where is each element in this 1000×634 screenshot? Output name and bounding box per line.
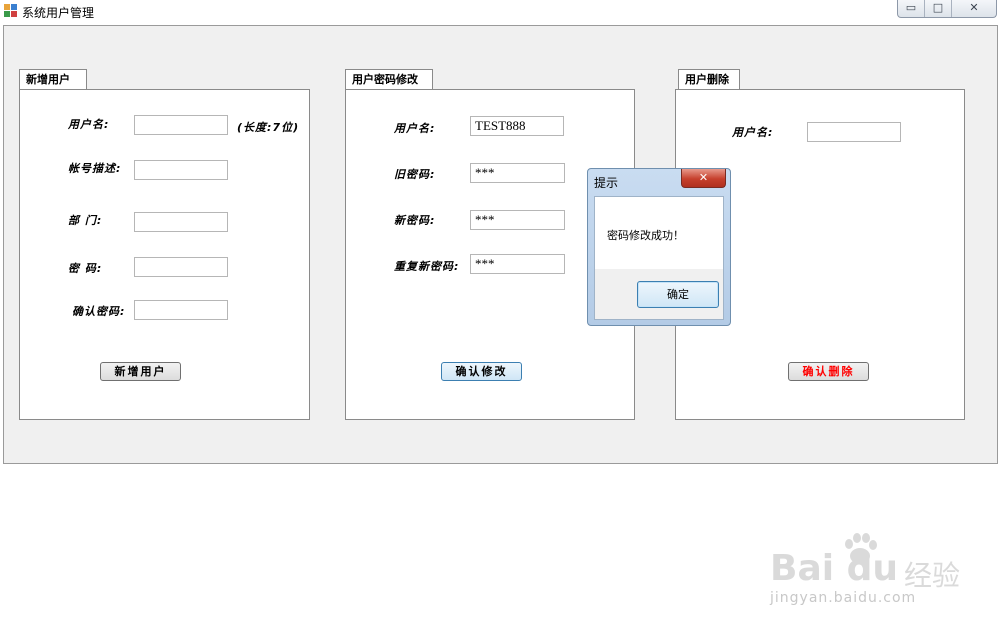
dialog-message-area: 密码修改成功！ [595, 197, 723, 269]
username-label: 用户名: [394, 122, 436, 135]
username-label: 用户名: [732, 126, 774, 139]
department-label: 部 门: [68, 214, 103, 227]
password-label: 密 码: [68, 262, 103, 275]
watermark-text: 经验 [904, 559, 961, 592]
maximize-button[interactable]: □ [925, 0, 952, 17]
account-desc-label: 帐号描述: [68, 162, 122, 175]
username-label: 用户名: [68, 118, 110, 131]
dialog-body: 密码修改成功！ 确定 [594, 196, 724, 320]
tab-change-password[interactable]: 用户密码修改 [345, 69, 433, 89]
dialog-message: 密码修改成功！ [607, 229, 684, 242]
new-password-input[interactable]: *** [470, 210, 565, 230]
account-desc-input[interactable] [134, 160, 228, 180]
dialog-ok-button[interactable]: 确定 [637, 281, 719, 308]
confirm-password-label: 确认密码: [72, 305, 126, 318]
department-input[interactable] [134, 212, 228, 232]
paw-icon [845, 533, 877, 564]
add-user-panel: 用户名: (长度:7位) 帐号描述: 部 门: 密 码: 确认密码: 新增用户 [19, 89, 310, 420]
confirm-change-button[interactable]: 确认修改 [441, 362, 522, 381]
confirm-password-input[interactable] [134, 300, 228, 320]
tab-add-user[interactable]: 新增用户 [19, 69, 87, 89]
add-user-button[interactable]: 新增用户 [100, 362, 181, 381]
confirm-delete-button[interactable]: 确认删除 [788, 362, 869, 381]
dialog-close-button[interactable]: ✕ [681, 169, 726, 188]
length-hint: (长度:7位) [237, 121, 300, 134]
new-password-label: 新密码: [394, 214, 436, 227]
window-title: 系统用户管理 [22, 6, 95, 20]
password-input[interactable] [134, 257, 228, 277]
tab-delete-user[interactable]: 用户删除 [678, 69, 740, 89]
app-icon [4, 4, 18, 18]
main-window: 系统用户管理 ▭ □ ✕ 新增用户 用户名: (长度:7位) 帐号描述: 部 门… [0, 0, 1000, 466]
message-dialog: 提示 ✕ 密码修改成功！ 确定 [587, 168, 731, 326]
add-username-input[interactable] [134, 115, 228, 135]
change-username-input[interactable]: TEST888 [470, 116, 564, 136]
watermark-url: jingyan.baidu.com [770, 590, 917, 606]
title-bar[interactable]: 系统用户管理 ▭ □ ✕ [0, 0, 1000, 24]
minimize-button[interactable]: ▭ [898, 0, 925, 17]
old-password-label: 旧密码: [394, 168, 436, 181]
dialog-title: 提示 [594, 176, 619, 190]
close-button[interactable]: ✕ [952, 0, 996, 17]
delete-username-input[interactable] [807, 122, 901, 142]
repeat-password-input[interactable]: *** [470, 254, 565, 274]
old-password-input[interactable]: *** [470, 163, 565, 183]
caption-buttons: ▭ □ ✕ [897, 0, 997, 18]
client-area: 新增用户 用户名: (长度:7位) 帐号描述: 部 门: 密 码: 确认密码: … [3, 25, 998, 464]
repeat-password-label: 重复新密码: [394, 260, 460, 273]
